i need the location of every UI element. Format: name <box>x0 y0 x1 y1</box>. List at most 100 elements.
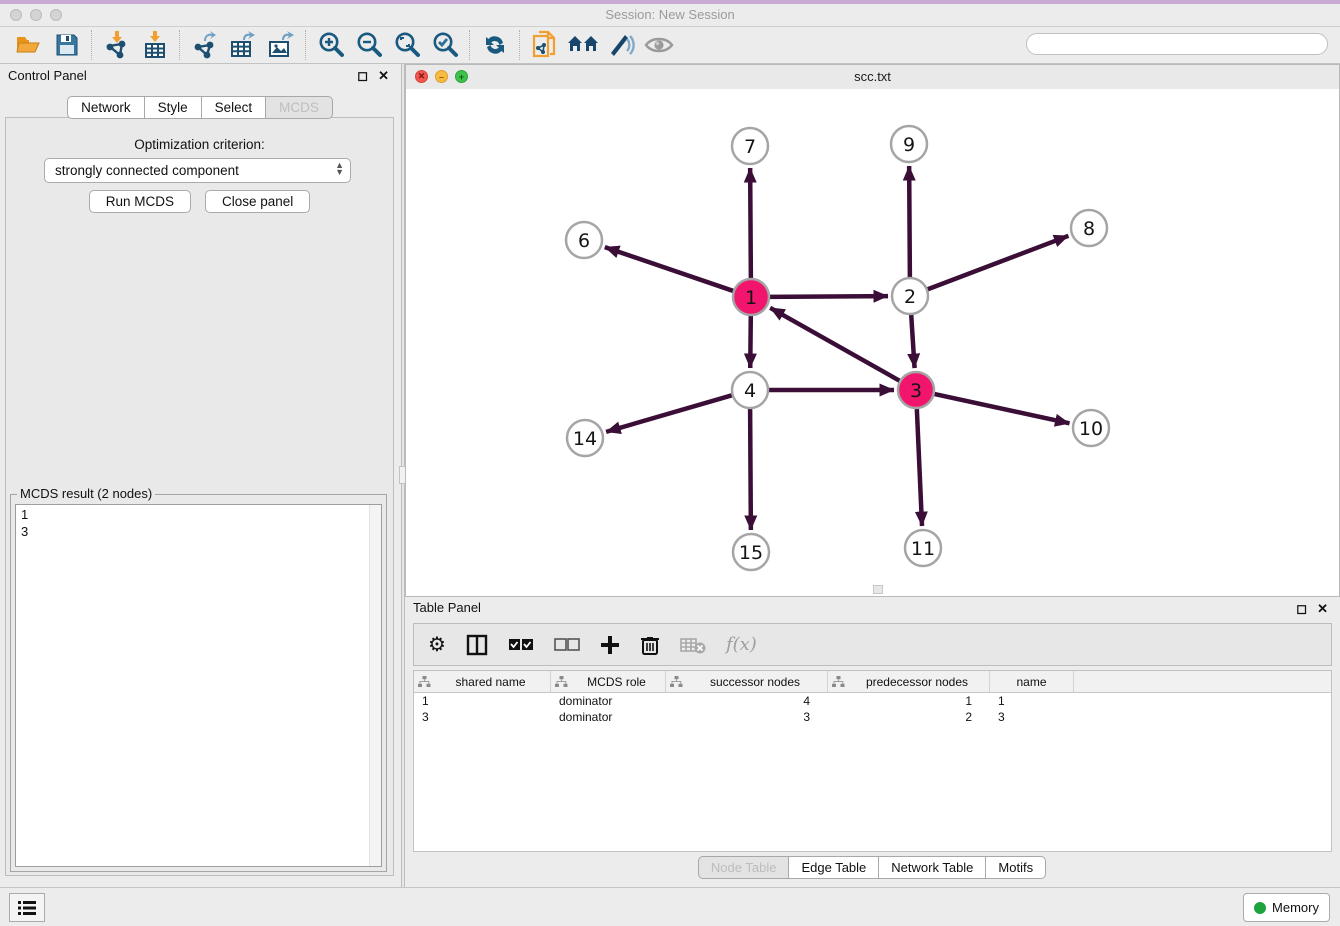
network-window-titlebar[interactable]: ✕ – + scc.txt <box>406 65 1339 90</box>
float-table-panel-icon[interactable]: ◻ <box>1296 601 1307 617</box>
run-mcds-button[interactable]: Run MCDS <box>89 190 191 213</box>
node-table[interactable]: shared name MCDS role successor nodes prede… <box>413 670 1332 852</box>
refresh-icon <box>482 32 508 58</box>
edge-3-to-10[interactable] <box>934 394 1070 424</box>
zoom-fit-icon <box>393 31 421 59</box>
close-panel-button[interactable]: Close panel <box>205 190 310 213</box>
save-floppy-icon <box>55 33 79 57</box>
main-toolbar: ⚲ <box>0 27 1340 64</box>
column-label: successor nodes <box>687 675 823 689</box>
mcds-result-title: MCDS result (2 nodes) <box>17 486 155 501</box>
result-line: 1 <box>21 506 365 523</box>
table-header-row: shared name MCDS role successor nodes prede… <box>414 671 1331 693</box>
task-history-button[interactable] <box>9 893 45 922</box>
table-row[interactable]: 1dominator411 <box>414 693 1331 709</box>
tab-edge-table[interactable]: Edge Table <box>788 856 879 879</box>
list-icon <box>17 900 37 916</box>
column-layout-button[interactable] <box>466 630 488 660</box>
show-hide-details-icon <box>607 33 635 57</box>
node-label-11: 11 <box>911 538 935 560</box>
mcds-result-textarea[interactable]: 13 <box>15 504 382 867</box>
table-cell: 3 <box>414 710 551 724</box>
deselect-all-columns-button[interactable] <box>554 630 580 660</box>
tab-motifs[interactable]: Motifs <box>985 856 1046 879</box>
column-header-shared-name[interactable]: shared name <box>414 671 551 692</box>
column-header-successor-nodes[interactable]: successor nodes <box>666 671 828 692</box>
table-settings-button[interactable]: ⚙ <box>428 630 446 660</box>
canvas-resize-grip[interactable] <box>873 585 883 594</box>
hierarchy-icon <box>832 676 845 688</box>
refresh-view-button[interactable] <box>476 29 514 61</box>
node-label-8: 8 <box>1083 218 1095 240</box>
hide-graphics-details-button[interactable] <box>640 29 678 61</box>
column-label: predecessor nodes <box>849 675 985 689</box>
edge-4-to-14[interactable] <box>606 395 733 432</box>
title-bar: Session: New Session <box>0 0 1340 27</box>
zoom-out-button[interactable] <box>350 29 388 61</box>
tab-style[interactable]: Style <box>144 96 202 119</box>
memory-label: Memory <box>1272 900 1319 915</box>
mcds-tab-content: Optimization criterion: strongly connect… <box>5 117 394 876</box>
table-body: 1dominator4113dominator323 <box>414 693 1331 725</box>
table-tabs: Node Table Edge Table Network Table Moti… <box>405 856 1340 879</box>
memory-button[interactable]: Memory <box>1243 893 1330 922</box>
table-cell: 1 <box>990 694 1074 708</box>
import-network-button[interactable] <box>98 29 136 61</box>
tab-select[interactable]: Select <box>201 96 267 119</box>
edge-2-to-8[interactable] <box>927 236 1069 290</box>
criterion-dropdown[interactable]: strongly connected component ▲▼ <box>44 158 351 183</box>
export-table-button[interactable] <box>224 29 262 61</box>
search-input[interactable] <box>1026 33 1328 55</box>
zoom-fit-button[interactable] <box>388 29 426 61</box>
edge-4-to-15[interactable] <box>750 408 751 530</box>
column-header-MCDS-role[interactable]: MCDS role <box>551 671 666 692</box>
export-network-icon <box>192 31 218 59</box>
column-layout-icon <box>466 634 488 656</box>
zoom-in-button[interactable] <box>312 29 350 61</box>
network-canvas[interactable]: 7968124314101511 <box>406 89 1339 596</box>
edge-2-to-3[interactable] <box>911 314 914 368</box>
result-scrollbar[interactable] <box>369 505 381 866</box>
edge-3-to-11[interactable] <box>917 408 922 526</box>
node-label-15: 15 <box>739 542 763 564</box>
result-line: 3 <box>21 523 365 540</box>
delete-table-button[interactable] <box>680 630 706 660</box>
table-row[interactable]: 3dominator323 <box>414 709 1331 725</box>
clone-network-button[interactable] <box>526 29 564 61</box>
save-session-button[interactable] <box>48 29 86 61</box>
column-header-predecessor-nodes[interactable]: predecessor nodes <box>828 671 990 692</box>
edge-3-to-1[interactable] <box>770 308 900 381</box>
tab-network[interactable]: Network <box>67 96 145 119</box>
open-session-button[interactable] <box>10 29 48 61</box>
close-table-panel-icon[interactable]: ✕ <box>1317 601 1328 617</box>
select-all-columns-button[interactable] <box>508 630 534 660</box>
export-image-button[interactable] <box>262 29 300 61</box>
column-label: shared name <box>435 675 546 689</box>
table-toolbar: ⚙ f(x) <box>413 623 1332 666</box>
column-header-name[interactable]: name <box>990 671 1074 692</box>
table-cell: 3 <box>666 710 828 724</box>
edge-1-to-7[interactable] <box>750 168 751 279</box>
tab-mcds[interactable]: MCDS <box>265 96 333 119</box>
import-network-icon <box>104 31 130 59</box>
first-neighbors-button[interactable] <box>564 29 602 61</box>
tab-node-table[interactable]: Node Table <box>698 856 790 879</box>
float-panel-icon[interactable]: ◻ <box>357 68 368 84</box>
export-network-button[interactable] <box>186 29 224 61</box>
show-graphics-details-button[interactable] <box>602 29 640 61</box>
edge-1-to-2[interactable] <box>769 296 888 297</box>
add-column-button[interactable] <box>600 630 620 660</box>
function-builder-button[interactable]: f(x) <box>726 630 757 660</box>
import-table-button[interactable] <box>136 29 174 61</box>
delete-column-button[interactable] <box>640 630 660 660</box>
close-panel-icon[interactable]: ✕ <box>378 68 389 84</box>
edge-1-to-6[interactable] <box>605 247 734 291</box>
houses-icon <box>567 33 599 57</box>
table-panel-title: Table Panel <box>413 600 481 615</box>
tab-network-table[interactable]: Network Table <box>878 856 986 879</box>
edge-2-to-9[interactable] <box>909 166 910 278</box>
table-cell: 4 <box>666 694 828 708</box>
edge-1-to-4[interactable] <box>750 315 751 368</box>
network-view-window: ✕ – + scc.txt 7968124314101511 <box>405 64 1340 597</box>
zoom-selected-button[interactable] <box>426 29 464 61</box>
